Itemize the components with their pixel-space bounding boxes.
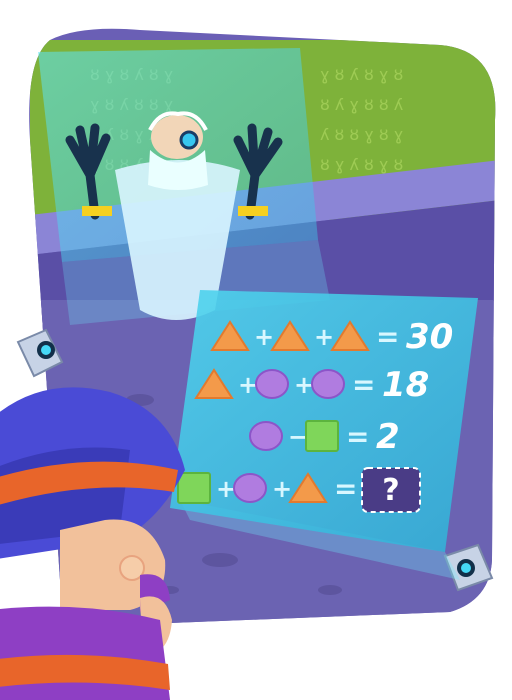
circle-shape — [249, 421, 283, 451]
square-shape — [177, 472, 211, 504]
svg-text:ȣ ɣ ʎ ȣ ɣ ȣ: ȣ ɣ ʎ ȣ ɣ ȣ — [320, 155, 403, 174]
equals-sign: = — [334, 472, 357, 505]
unknown-answer-box[interactable]: ? — [361, 467, 421, 513]
villain-goggle — [179, 130, 199, 150]
ninja-kid — [0, 387, 185, 700]
equals-sign: = — [346, 420, 369, 453]
equation-result: 30 — [406, 317, 453, 357]
svg-text:ʎ ȣ ȣ ɣ ȣ ɣ: ʎ ȣ ȣ ɣ ȣ ɣ — [320, 125, 403, 144]
equation-result: 18 — [382, 365, 429, 405]
game-scene: ȣ ɣ ȣ ʎ ȣ ɣ ɣ ȣ ʎ ȣ ȣ ɣ ȣ ʎ ȣ ɣ ʎ ȣ ɣ ȣ … — [0, 28, 496, 700]
equals-sign: = — [376, 320, 399, 353]
circle-shape — [233, 473, 267, 503]
svg-text:ɣ ȣ ʎ ȣ ɣ ȣ: ɣ ȣ ʎ ȣ ɣ ȣ — [320, 65, 403, 84]
villain-left-cuff — [82, 206, 112, 216]
operator: + — [272, 475, 292, 503]
villain-hologram — [38, 48, 330, 325]
circle-shape — [311, 369, 345, 399]
equals-sign: = — [352, 368, 375, 401]
question-mark: ? — [382, 473, 399, 508]
square-shape — [305, 420, 339, 452]
svg-text:ȣ ʎ ɣ ȣ ȣ ʎ: ȣ ʎ ɣ ȣ ȣ ʎ — [320, 95, 403, 114]
villain-right-cuff — [238, 206, 268, 216]
equation-result: 2 — [376, 417, 400, 457]
operator: + — [254, 323, 274, 351]
circle-shape — [255, 369, 289, 399]
operator: + — [314, 323, 334, 351]
